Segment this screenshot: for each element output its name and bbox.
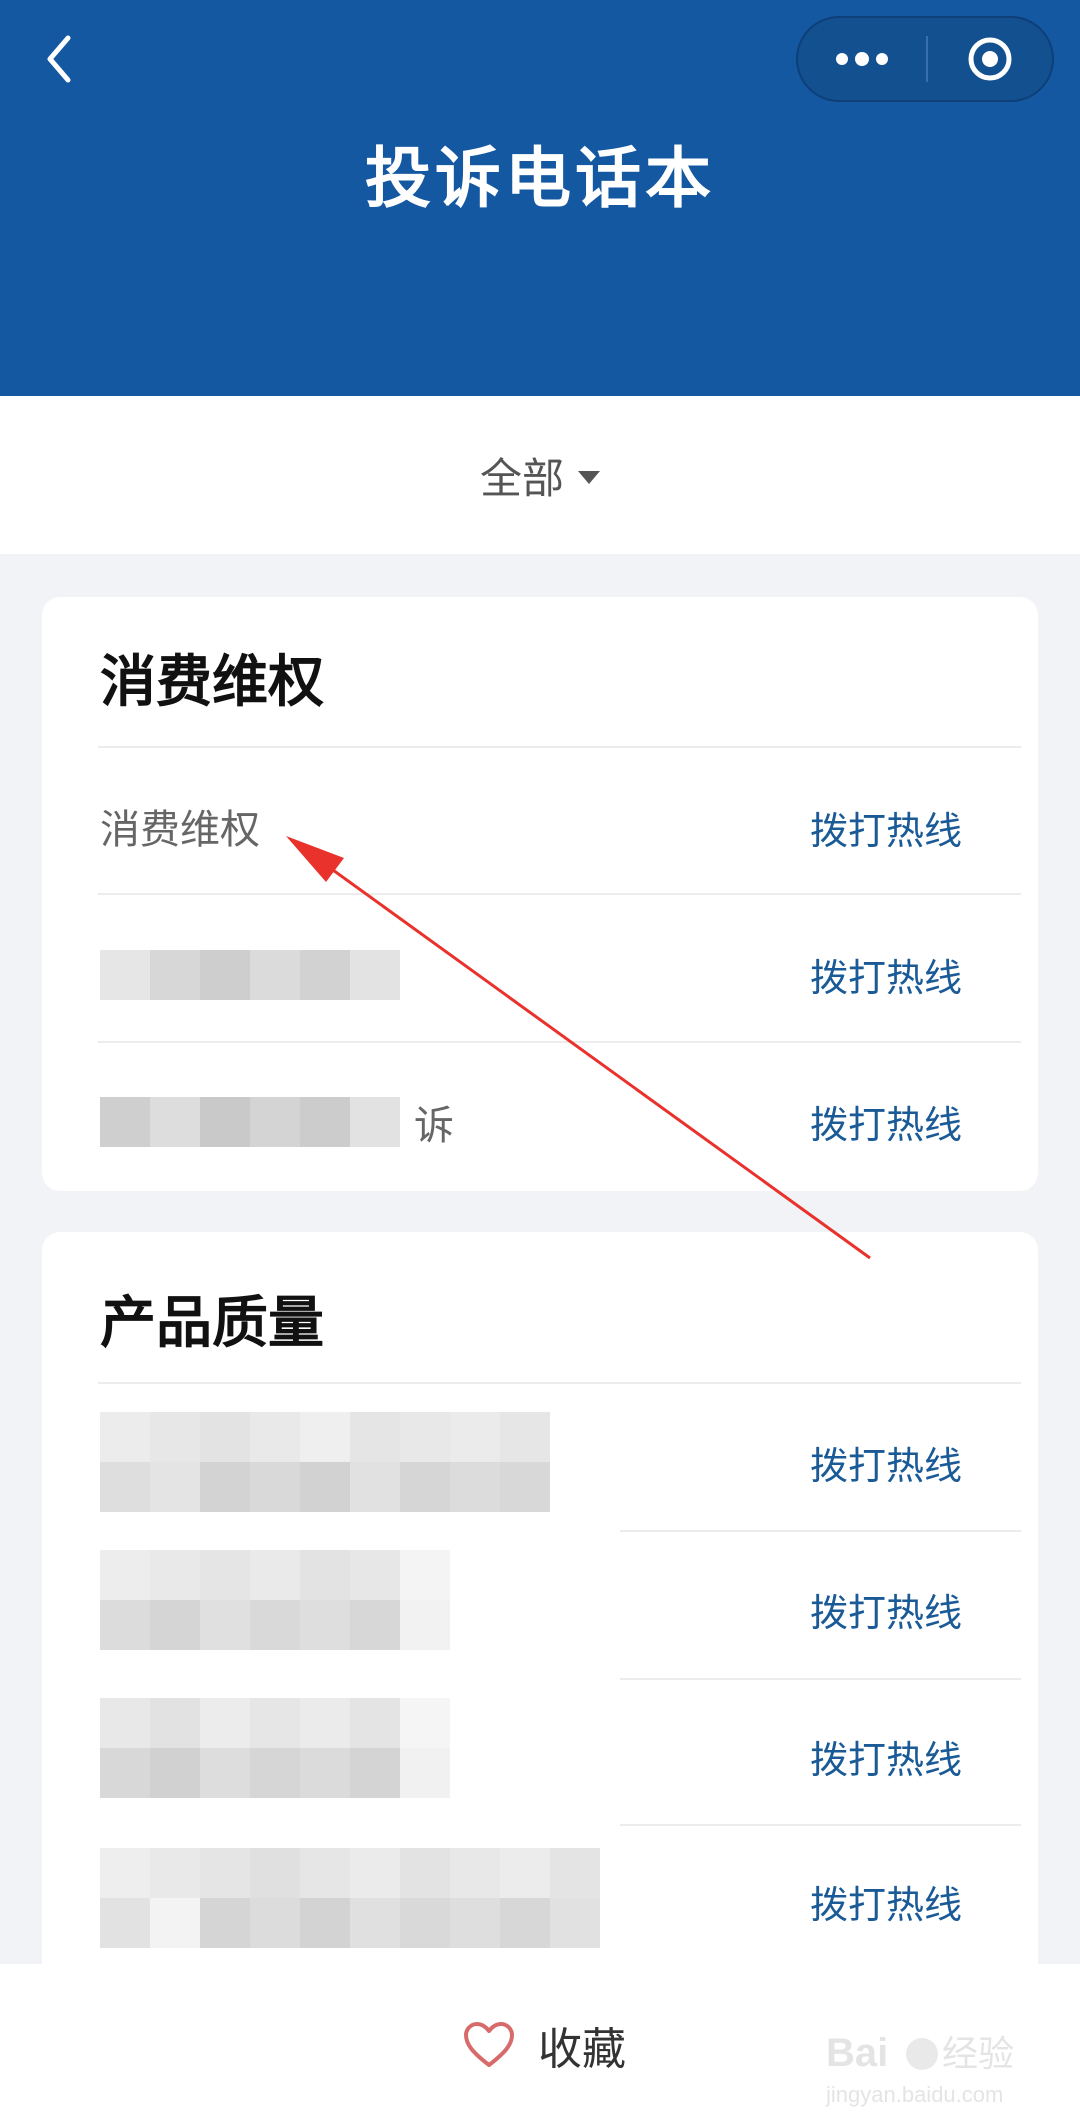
caret-down-icon xyxy=(578,470,600,484)
divider xyxy=(98,1382,1021,1384)
divider xyxy=(98,893,1021,895)
divider xyxy=(620,1530,1021,1532)
more-button[interactable] xyxy=(798,18,926,100)
redacted-name-block xyxy=(100,1097,400,1147)
baidu-jingyan-watermark: Bai 经验 jingyan.baidu.com xyxy=(825,2031,1014,2107)
category-filter-dropdown[interactable]: 全部 xyxy=(480,445,600,506)
favorite-button[interactable]: 收藏 xyxy=(462,2013,626,2077)
svg-text:经验: 经验 xyxy=(942,2034,1014,2075)
call-hotline-button[interactable]: 拨打热线 xyxy=(810,1582,962,1637)
back-button[interactable] xyxy=(30,30,88,88)
divider xyxy=(98,746,1021,748)
mini-program-capsule xyxy=(796,16,1054,102)
redacted-name-block xyxy=(100,1848,600,1948)
section-title: 产品质量 xyxy=(100,1291,324,1356)
call-hotline-button[interactable]: 拨打热线 xyxy=(810,1435,962,1490)
more-dots-icon xyxy=(836,52,888,66)
divider xyxy=(620,1824,1021,1826)
redacted-name-block xyxy=(100,1412,550,1512)
redacted-name-block xyxy=(100,950,400,1000)
heart-icon xyxy=(464,2022,514,2067)
filter-selected-label: 全部 xyxy=(479,453,564,503)
favorite-label: 收藏 xyxy=(538,2024,626,2075)
divider xyxy=(98,1041,1021,1043)
svg-text:Bai: Bai xyxy=(826,2031,888,2075)
call-hotline-button[interactable]: 拨打热线 xyxy=(810,1874,962,1929)
target-circle-icon xyxy=(968,37,1012,81)
call-hotline-button[interactable]: 拨打热线 xyxy=(810,1729,962,1784)
redacted-name-block xyxy=(100,1698,450,1798)
section-card-consumer-rights: 消费维权 消费维权 拨打热线 拨打热线 诉 拨打热线 xyxy=(42,597,1038,1191)
close-miniprogram-button[interactable] xyxy=(928,18,1052,100)
header-bar: 投诉电话本 xyxy=(0,0,1080,396)
svg-text:jingyan.baidu.com: jingyan.baidu.com xyxy=(825,2082,1003,2107)
list-item-name: 消费维权 xyxy=(100,807,260,853)
divider xyxy=(620,1678,1021,1680)
section-card-product-quality: 产品质量 拨打热线 拨打热线 拨打热线 拨打热线 xyxy=(42,1232,1038,1992)
call-hotline-button[interactable]: 拨打热线 xyxy=(810,1094,962,1149)
chevron-left-icon xyxy=(47,35,71,83)
call-hotline-button[interactable]: 拨打热线 xyxy=(810,947,962,1002)
section-title: 消费维权 xyxy=(100,650,324,715)
call-hotline-button[interactable]: 拨打热线 xyxy=(810,800,962,855)
redacted-name-block xyxy=(100,1550,450,1650)
page-title: 投诉电话本 xyxy=(365,140,715,217)
filter-bar: 全部 xyxy=(0,396,1080,554)
list-item-name: 诉 xyxy=(414,1103,454,1149)
